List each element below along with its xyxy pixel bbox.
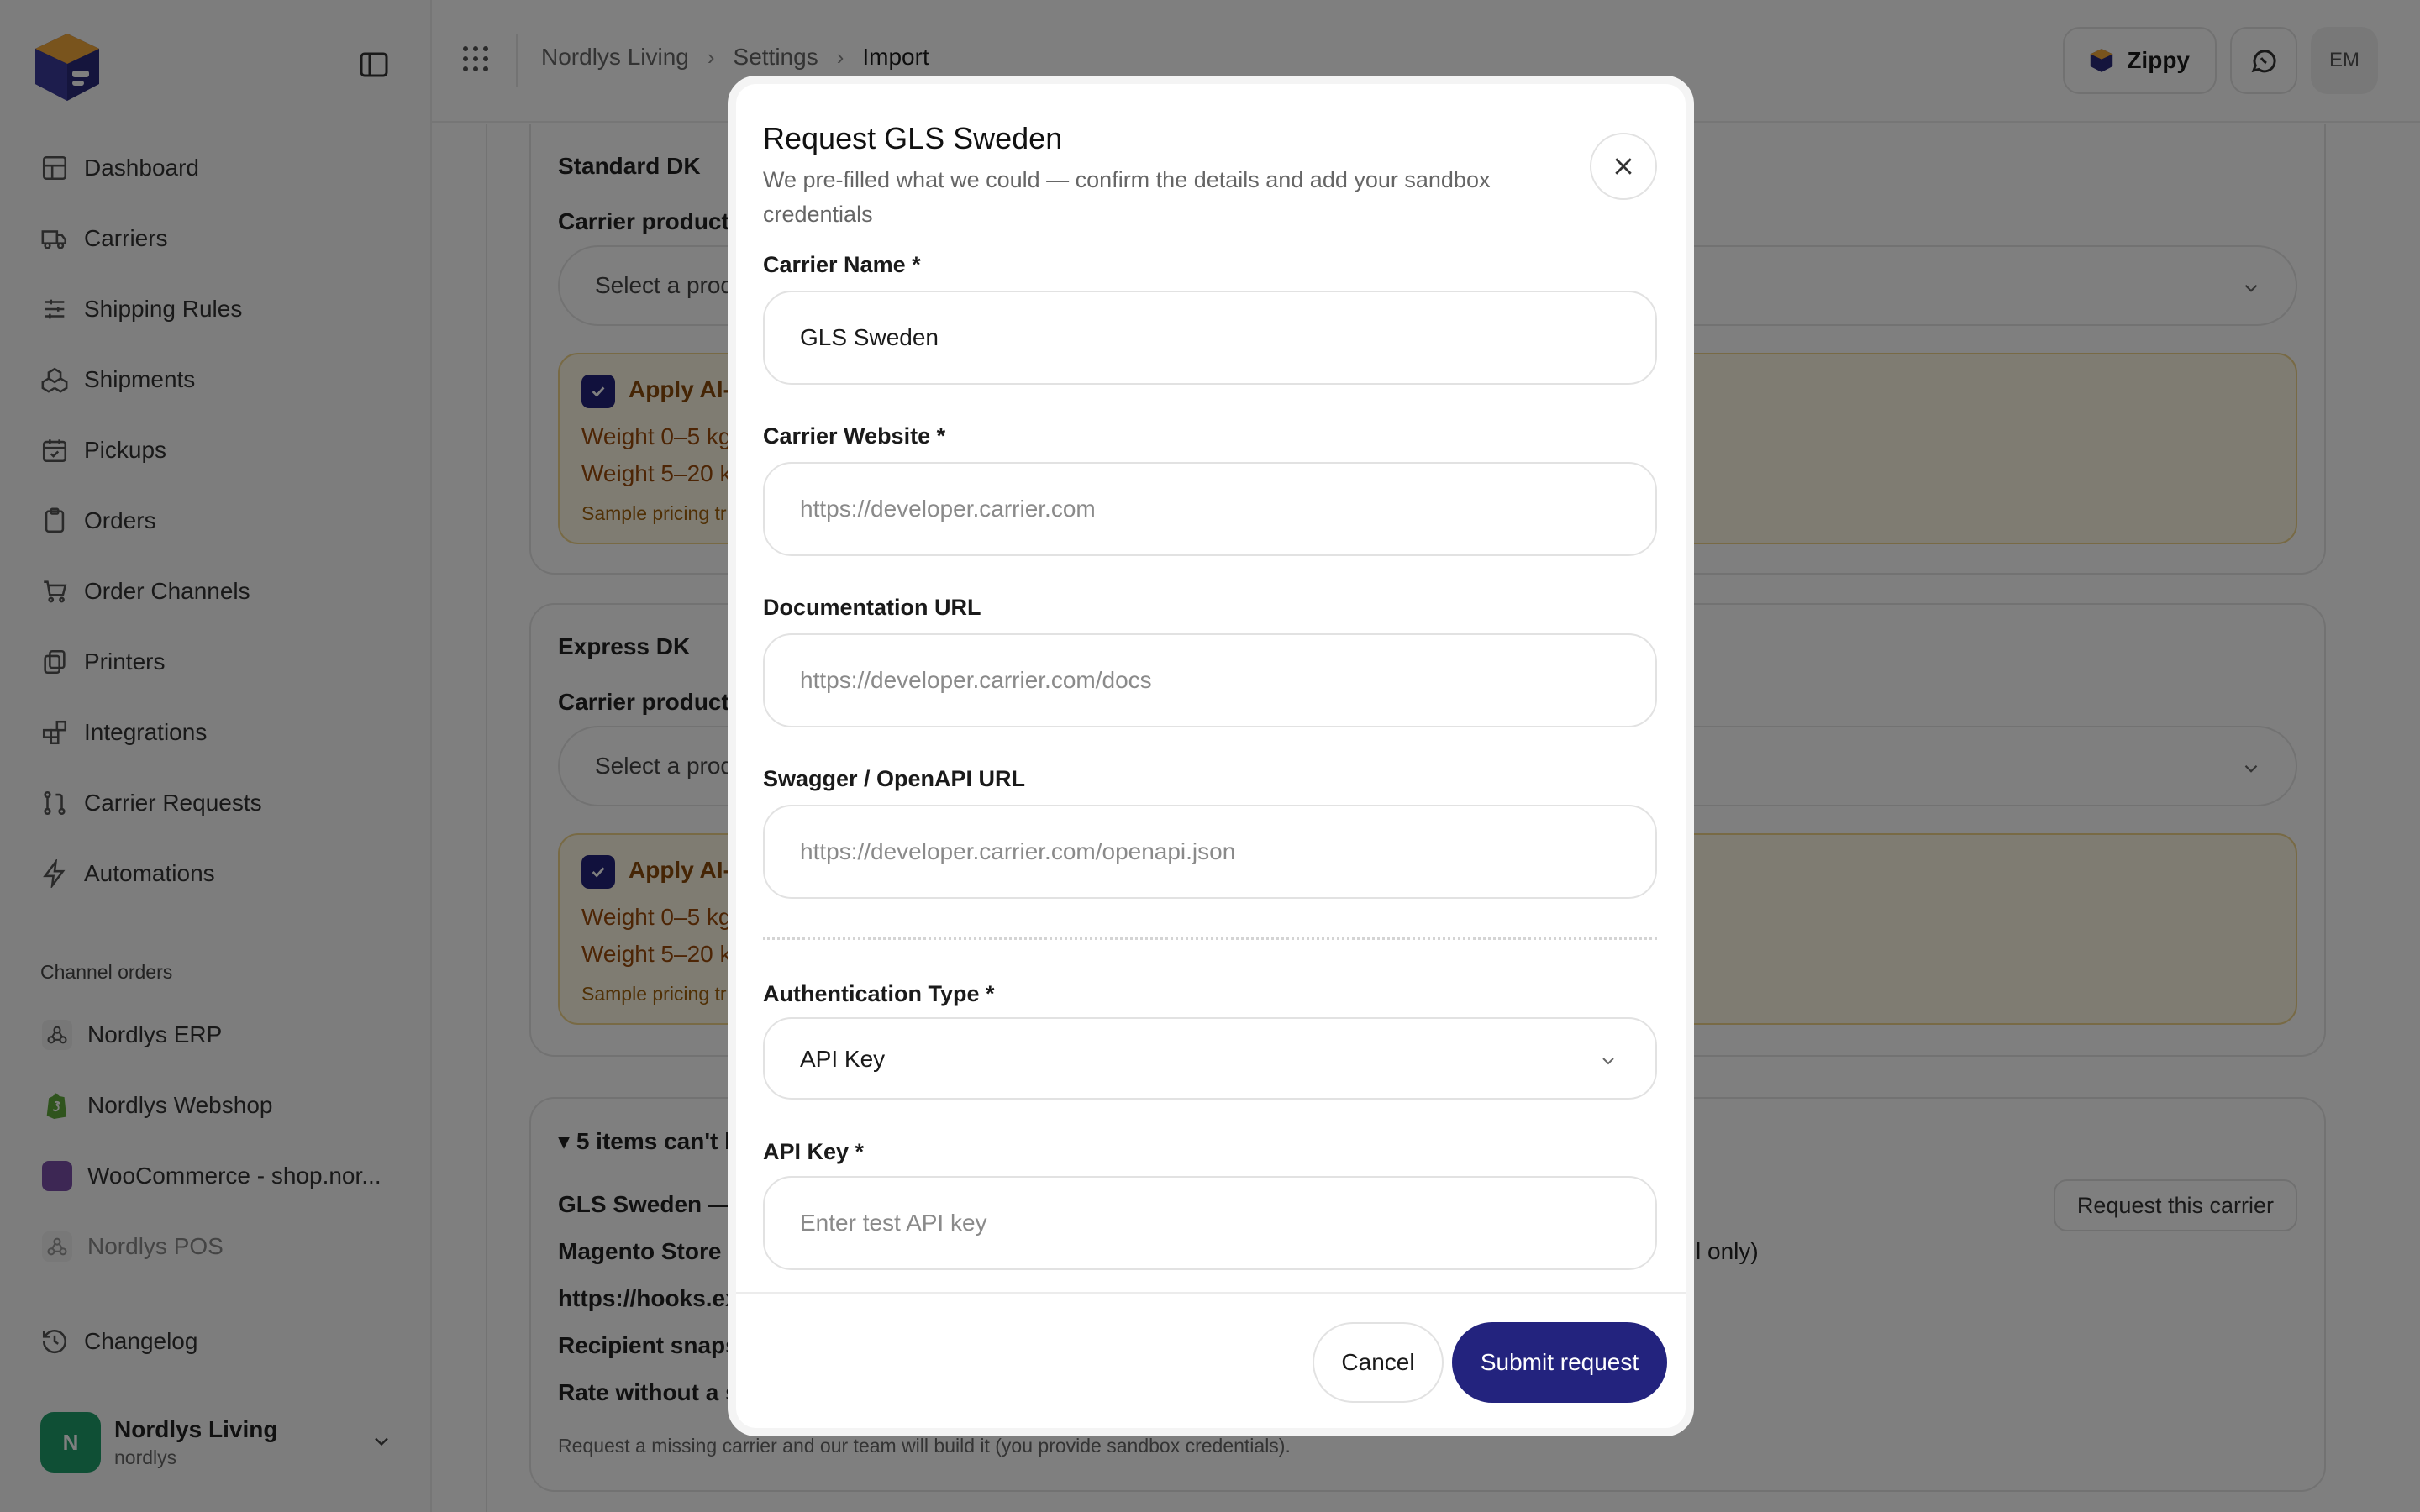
cancel-button[interactable]: Cancel: [1313, 1322, 1444, 1403]
documentation-url-label: Documentation URL: [763, 595, 981, 620]
auth-type-label: Authentication Type *: [763, 981, 995, 1006]
carrier-website-field[interactable]: [763, 462, 1657, 556]
api-key-field[interactable]: [763, 1176, 1657, 1270]
documentation-url-field[interactable]: [763, 633, 1657, 727]
chevron-down-icon: [1602, 1058, 1614, 1065]
modal-footer: Cancel Submit request: [736, 1292, 1686, 1436]
carrier-website-label: Carrier Website *: [763, 423, 946, 449]
modal-subtitle: We pre-filled what we could — confirm th…: [763, 167, 1491, 227]
api-key-label: API Key *: [763, 1139, 865, 1164]
close-button[interactable]: [1590, 133, 1657, 200]
carrier-name-field[interactable]: [763, 291, 1657, 385]
carrier-name-label: Carrier Name *: [763, 252, 921, 277]
swagger-url-field[interactable]: [763, 805, 1657, 899]
request-carrier-modal: Request GLS Sweden We pre-filled what we…: [728, 76, 1694, 1436]
auth-type-select[interactable]: API Key: [763, 1017, 1657, 1100]
close-icon: [1615, 158, 1632, 175]
modal-title: Request GLS Sweden: [763, 121, 1063, 155]
submit-request-button[interactable]: Submit request: [1452, 1322, 1667, 1403]
section-divider: [763, 937, 1657, 940]
auth-type-value: API Key: [800, 1046, 886, 1072]
swagger-url-label: Swagger / OpenAPI URL: [763, 766, 1026, 791]
